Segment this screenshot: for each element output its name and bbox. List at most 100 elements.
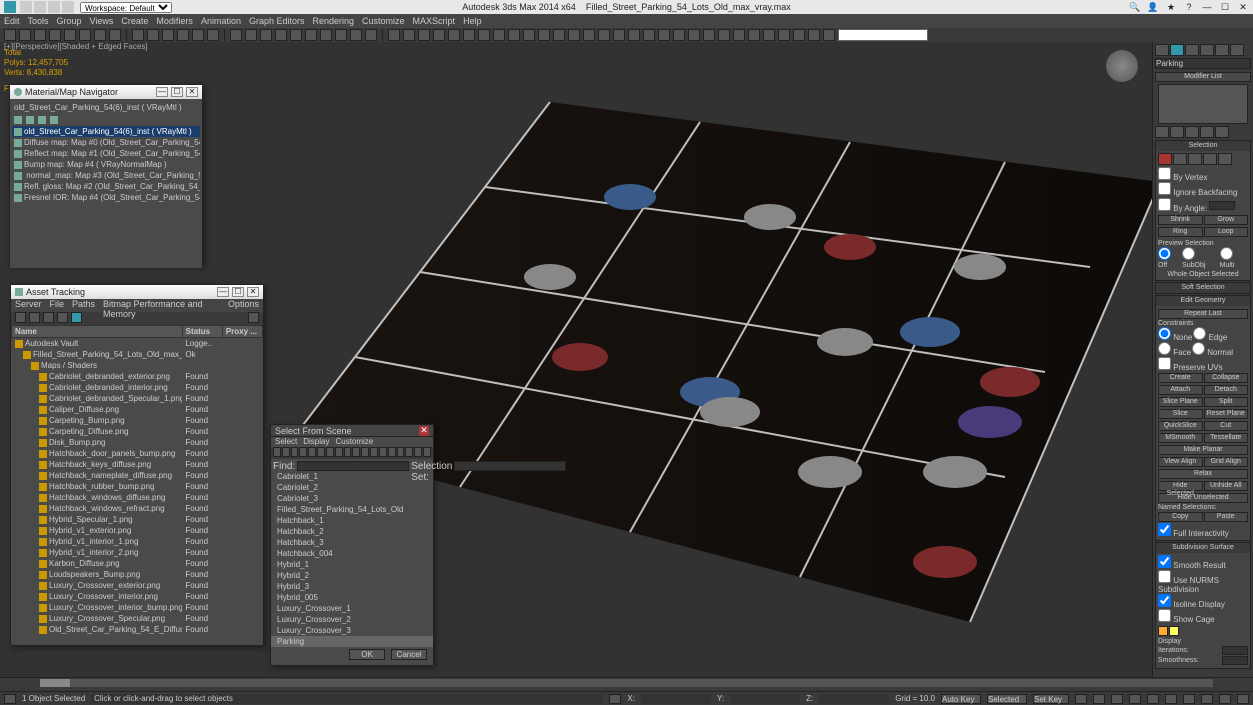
- cancel-button[interactable]: Cancel: [391, 649, 427, 660]
- toolbar-icon[interactable]: [643, 29, 655, 41]
- subobj-poly[interactable]: [1203, 153, 1217, 165]
- maxscript-icon[interactable]: [4, 694, 16, 704]
- toolbar-icon[interactable]: [177, 29, 189, 41]
- menu-server[interactable]: Server: [15, 299, 42, 312]
- qat-icon[interactable]: [20, 1, 32, 13]
- table-row[interactable]: Hatchback_keys_diffuse.pngFound: [11, 459, 263, 470]
- table-row[interactable]: Loudspeakers_Bump.pngFound: [11, 569, 263, 580]
- toolbar-icon[interactable]: [207, 29, 219, 41]
- filter-icon[interactable]: [273, 447, 281, 457]
- toolbar-icon[interactable]: [823, 29, 835, 41]
- coord-x[interactable]: [641, 694, 711, 704]
- full-interactivity-check[interactable]: Full Interactivity: [1158, 529, 1229, 538]
- toolbar-icon[interactable]: [275, 29, 287, 41]
- nav-icon[interactable]: [1201, 694, 1213, 704]
- ignore-backfacing-check[interactable]: Ignore Backfacing: [1158, 188, 1237, 197]
- copy-button[interactable]: Copy: [1158, 512, 1203, 522]
- tree-item[interactable]: normal_map: Map #3 (Old_Street_Car_Parki…: [12, 170, 200, 181]
- selected-dropdown[interactable]: Selected: [987, 694, 1027, 704]
- view-icon[interactable]: [38, 116, 46, 124]
- angle-spinner[interactable]: [1209, 201, 1235, 210]
- list-item[interactable]: Cabriolet_2: [271, 482, 433, 493]
- menu-create[interactable]: Create: [121, 16, 148, 26]
- toolbar-icon[interactable]: [433, 29, 445, 41]
- filter-icon[interactable]: [379, 447, 387, 457]
- coord-y[interactable]: [730, 694, 800, 704]
- toolbar-icon[interactable]: [290, 29, 302, 41]
- toolbar-icon[interactable]: [64, 29, 76, 41]
- view-align-button[interactable]: View Align: [1158, 457, 1203, 467]
- goto-start-icon[interactable]: [1075, 694, 1087, 704]
- rollout-softsel[interactable]: Soft Selection: [1156, 283, 1250, 293]
- menu-bitmap[interactable]: Bitmap Performance and Memory: [103, 299, 220, 312]
- toolbar-icon[interactable]: [418, 29, 430, 41]
- search-icon[interactable]: 🔍: [1129, 1, 1141, 13]
- filter-icon[interactable]: [388, 447, 396, 457]
- split-button[interactable]: Split: [1204, 397, 1249, 407]
- filter-icon[interactable]: [326, 447, 334, 457]
- modifier-list-dropdown[interactable]: Modifier List: [1155, 72, 1251, 82]
- msmooth-button[interactable]: MSmooth: [1158, 433, 1203, 443]
- goto-end-icon[interactable]: [1147, 694, 1159, 704]
- list-item[interactable]: Hatchback_2: [271, 526, 433, 537]
- table-row[interactable]: Karbon_Diffuse.pngFound: [11, 558, 263, 569]
- unhide-button[interactable]: Unhide All: [1204, 481, 1249, 491]
- repeat-last-button[interactable]: Repeat Last: [1158, 309, 1248, 319]
- toolbar-icon[interactable]: [230, 29, 242, 41]
- qat-icon[interactable]: [48, 1, 60, 13]
- table-row[interactable]: Maps / Shaders: [11, 360, 263, 371]
- view-icon[interactable]: [50, 116, 58, 124]
- toolbar-icon[interactable]: [335, 29, 347, 41]
- toolbar-icon[interactable]: [320, 29, 332, 41]
- toolbar-icon[interactable]: [598, 29, 610, 41]
- menu-rendering[interactable]: Rendering: [313, 16, 355, 26]
- tab-utilities[interactable]: [1230, 44, 1244, 56]
- next-frame-icon[interactable]: [1129, 694, 1141, 704]
- table-row[interactable]: Hatchback_windows_diffuse.pngFound: [11, 492, 263, 503]
- menu-paths[interactable]: Paths: [72, 299, 95, 312]
- nav-icon[interactable]: [1219, 694, 1231, 704]
- collapse-button[interactable]: Collapse: [1204, 373, 1249, 383]
- tessellate-button[interactable]: Tessellate: [1204, 433, 1249, 443]
- paste-button[interactable]: Paste: [1204, 512, 1249, 522]
- menu-edit[interactable]: Edit: [4, 16, 20, 26]
- toolbar-icon[interactable]: [365, 29, 377, 41]
- list-item[interactable]: Hybrid_1: [271, 559, 433, 570]
- list-item[interactable]: Hatchback_3: [271, 537, 433, 548]
- toolbar-icon[interactable]: [718, 29, 730, 41]
- smooth-result-check[interactable]: Smooth Result: [1158, 561, 1226, 570]
- cage-color1[interactable]: [1158, 626, 1168, 636]
- filter-icon[interactable]: [291, 447, 299, 457]
- list-item[interactable]: Cabriolet_1: [271, 471, 433, 482]
- qat-icon[interactable]: [62, 1, 74, 13]
- filter-icon[interactable]: [344, 447, 352, 457]
- quickslice-button[interactable]: QuickSlice: [1158, 421, 1203, 431]
- filter-icon[interactable]: [335, 447, 343, 457]
- lock-icon[interactable]: [609, 694, 621, 704]
- table-row[interactable]: Disk_Bump.pngFound: [11, 437, 263, 448]
- stack-icon[interactable]: [1170, 126, 1184, 138]
- toolbar-icon[interactable]: [448, 29, 460, 41]
- list-item[interactable]: Luxury_Crossover_3: [271, 625, 433, 636]
- menu-file[interactable]: File: [50, 299, 65, 312]
- table-row[interactable]: Luxury_Crossover_interior.pngFound: [11, 591, 263, 602]
- toolbar-icon[interactable]: [778, 29, 790, 41]
- make-planar-button[interactable]: Make Planar: [1158, 445, 1248, 455]
- table-row[interactable]: Cabriolet_debranded_Specular_1.pngFound: [11, 393, 263, 404]
- tab-hierarchy[interactable]: [1185, 44, 1199, 56]
- toolbar-icon[interactable]: [568, 29, 580, 41]
- nav-icon[interactable]: [1183, 694, 1195, 704]
- filter-icon[interactable]: [370, 447, 378, 457]
- subobj-border[interactable]: [1188, 153, 1202, 165]
- list-item[interactable]: Hybrid_2: [271, 570, 433, 581]
- reset-plane-button[interactable]: Reset Plane: [1204, 409, 1249, 419]
- close-button[interactable]: ✕: [247, 287, 259, 297]
- list-item[interactable]: Parking: [271, 636, 433, 647]
- minimize-button[interactable]: —: [217, 287, 229, 297]
- table-row[interactable]: Autodesk VaultLogge..: [11, 338, 263, 349]
- filter-icon[interactable]: [397, 447, 405, 457]
- rollout-editgeo[interactable]: Edit Geometry: [1156, 296, 1250, 306]
- attach-button[interactable]: Attach: [1158, 385, 1203, 395]
- table-row[interactable]: Luxury_Crossover_interior_bump.pngFound: [11, 602, 263, 613]
- tab-modify[interactable]: [1170, 44, 1184, 56]
